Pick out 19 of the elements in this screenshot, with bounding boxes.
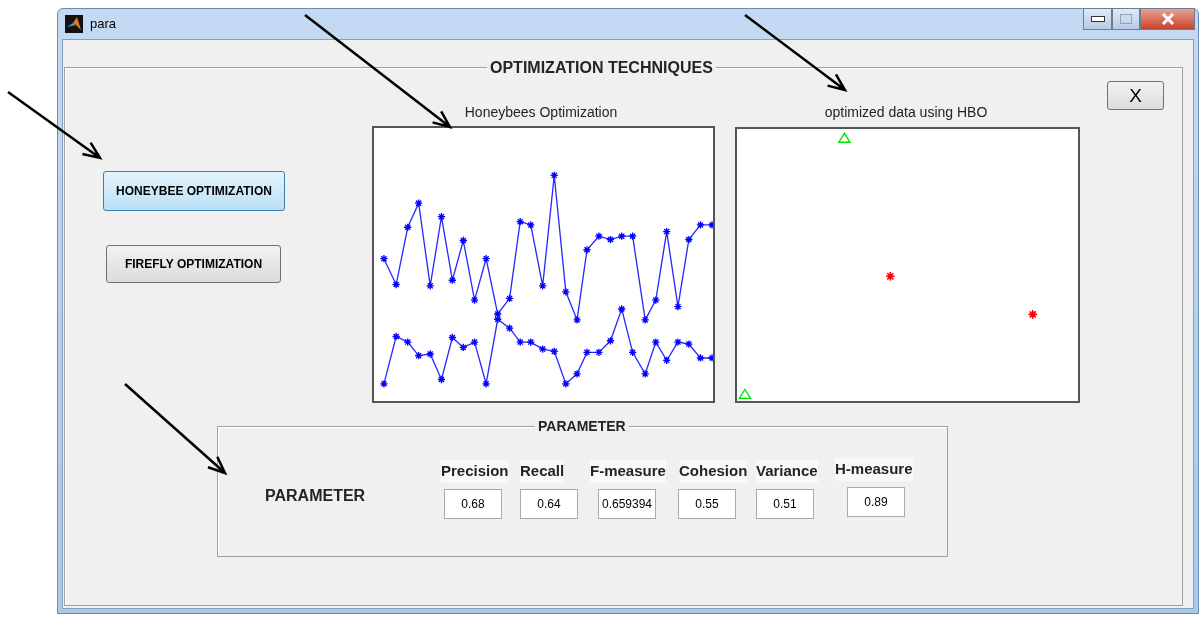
parameter-label: PARAMETER — [265, 486, 366, 506]
field-label: F-measure — [590, 460, 666, 483]
value-field[interactable]: 0.64 — [520, 489, 578, 519]
value-field[interactable]: 0.51 — [756, 489, 814, 519]
close-button[interactable]: X — [1107, 81, 1164, 110]
value-field[interactable]: 0.68 — [444, 489, 502, 519]
value-field[interactable]: 0.89 — [847, 487, 905, 517]
optimization-button[interactable]: HONEYBEE OPTIMIZATION — [103, 171, 285, 211]
value-field[interactable]: 0.659394 — [598, 489, 656, 519]
field-label: H-measure — [835, 458, 913, 481]
window-title: para — [90, 15, 117, 34]
plot-title: Honeybees Optimization — [464, 103, 618, 122]
field-label: Variance — [756, 460, 818, 483]
field-label: Precision — [441, 460, 509, 483]
value-field[interactable]: 0.55 — [678, 489, 736, 519]
plot-title: optimized data using HBO — [824, 103, 988, 122]
field-label: Recall — [520, 460, 565, 483]
optimization-button[interactable]: FIREFLY OPTIMIZATION — [106, 245, 281, 283]
field-label: Cohesion — [679, 460, 748, 483]
